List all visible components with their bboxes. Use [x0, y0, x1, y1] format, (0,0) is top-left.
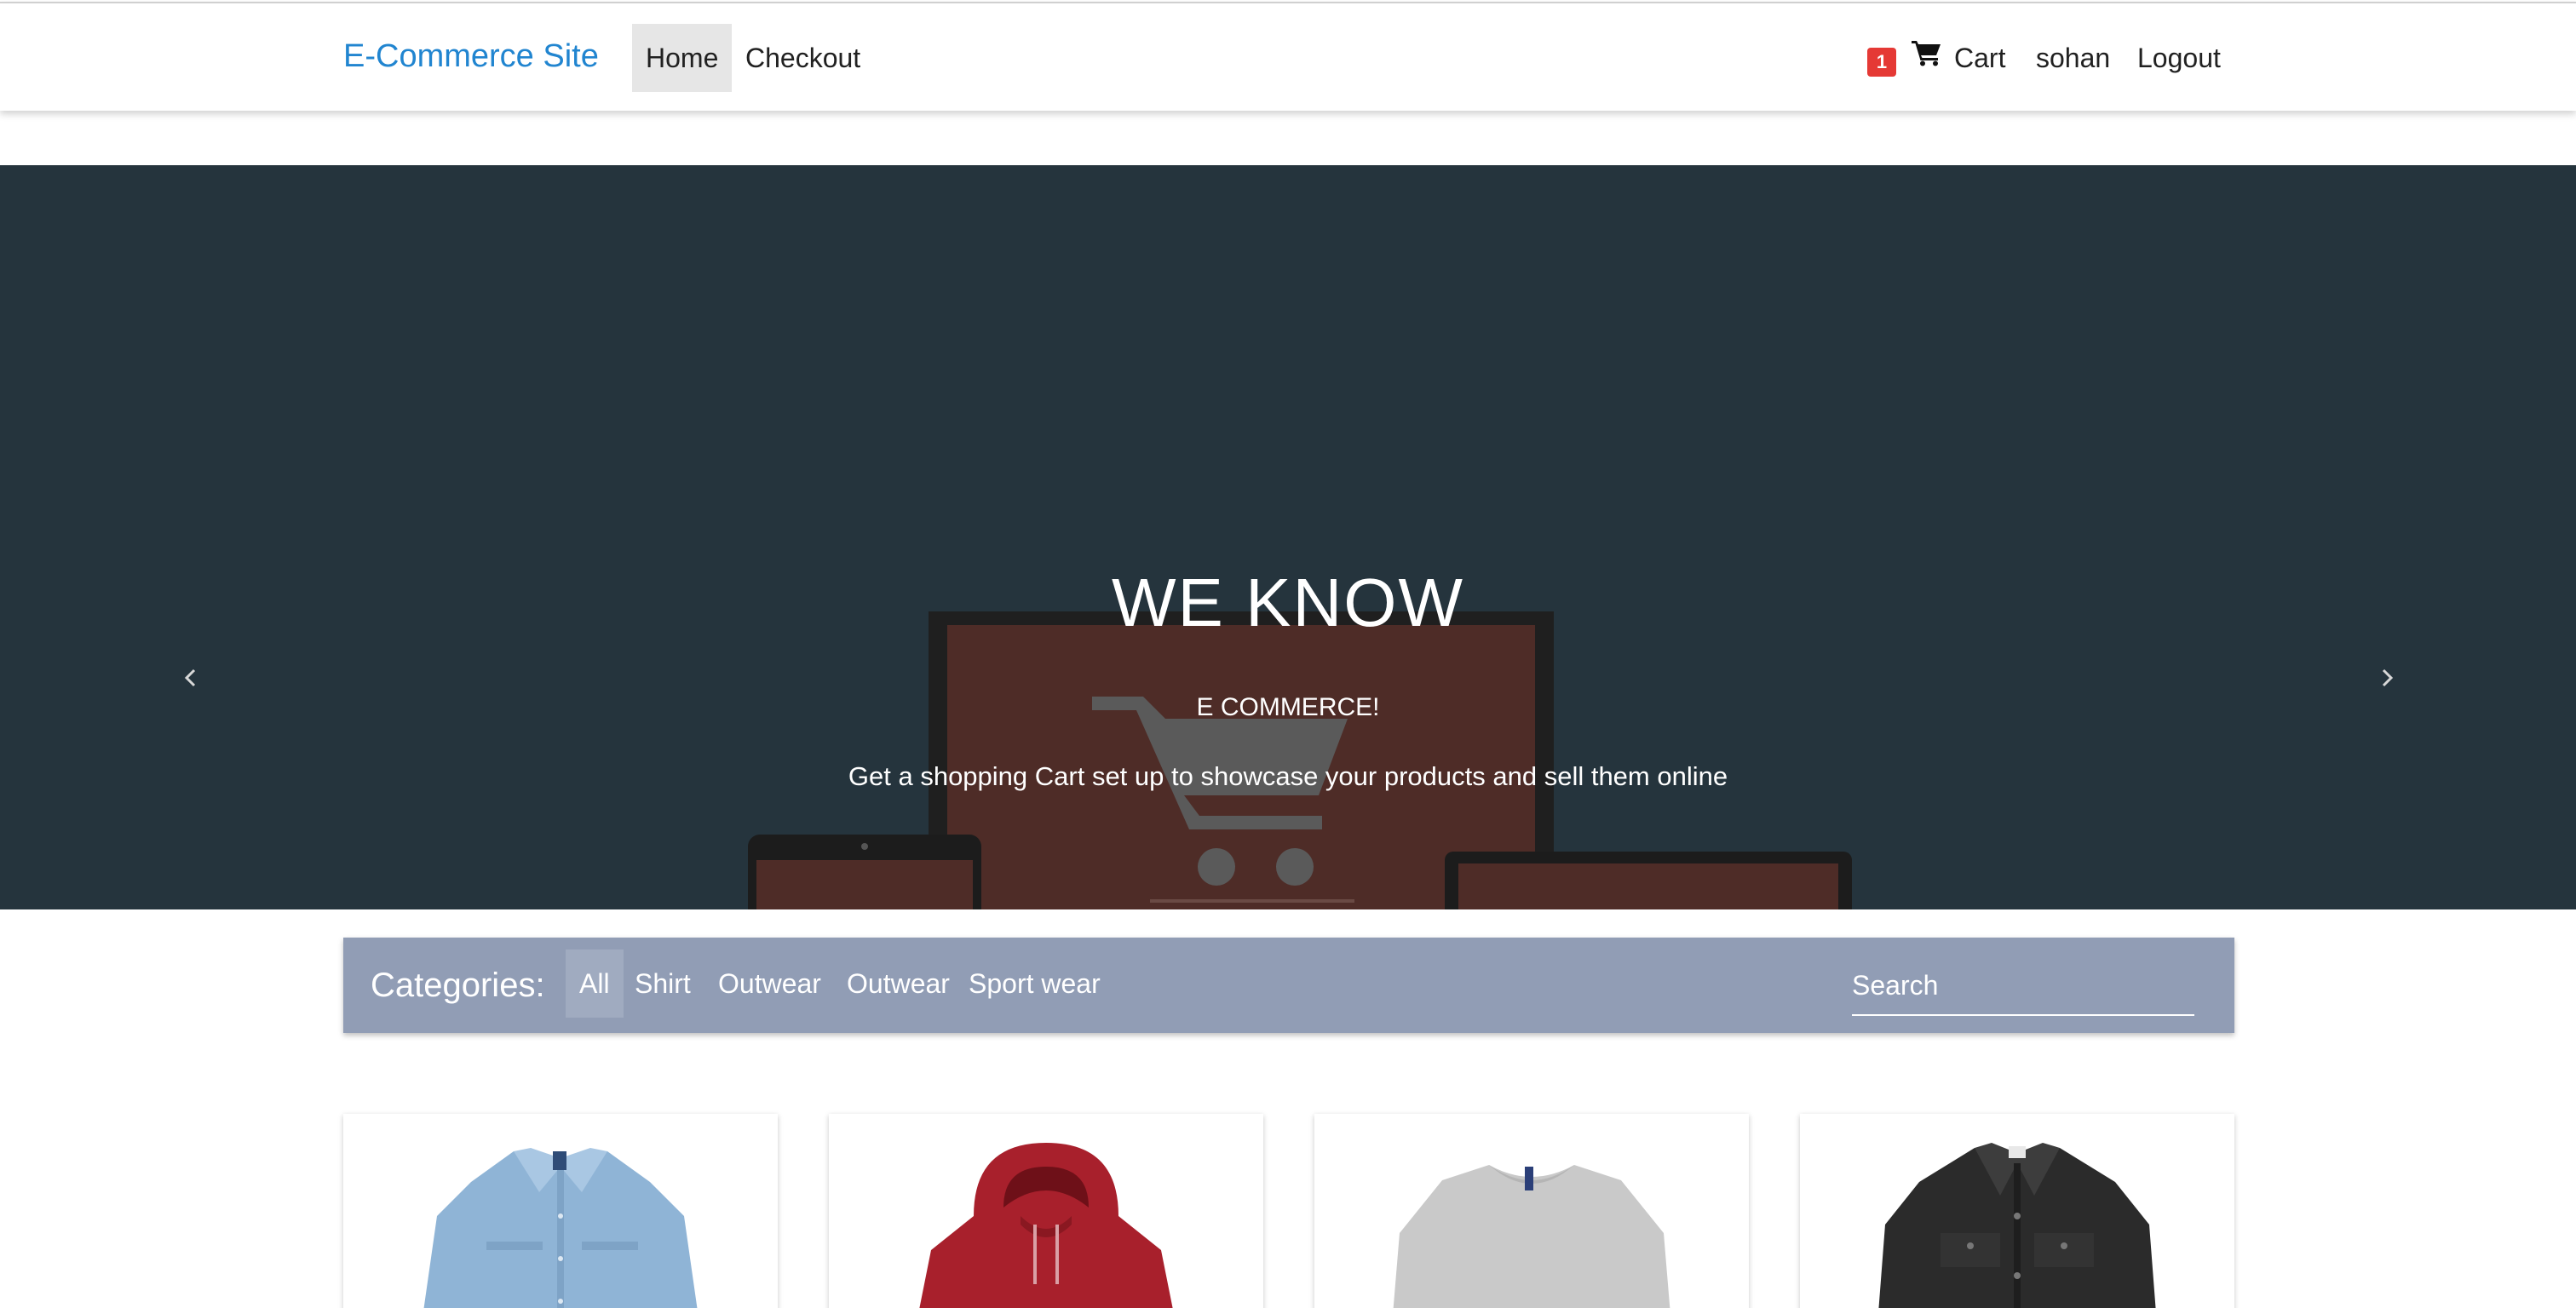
black-denim-jacket-image	[1878, 1143, 2156, 1308]
search-input[interactable]	[1852, 956, 2194, 1016]
shopping-cart-icon	[1912, 23, 1942, 91]
nav-user-link[interactable]: sohan	[2022, 24, 2124, 92]
category-outwear[interactable]: Outwear	[704, 949, 835, 1018]
carousel-next-button[interactable]	[2370, 661, 2404, 695]
denim-shirt-image	[423, 1148, 698, 1308]
chevron-right-icon	[2382, 668, 2394, 687]
category-sport-wear[interactable]: Sport wear	[955, 949, 1114, 1018]
ecommerce-devices-illustration	[748, 611, 1852, 909]
chevron-left-icon	[184, 668, 196, 687]
nav-logout-link[interactable]: Logout	[2124, 24, 2234, 92]
nav-cart-label: Cart	[1954, 43, 2006, 73]
category-all[interactable]: All	[566, 949, 624, 1018]
brand-logo-link[interactable]: E-Commerce Site	[343, 36, 599, 77]
hero-title: WE KNOW	[1112, 565, 1464, 640]
category-shirt[interactable]: Shirt	[621, 949, 704, 1018]
product-card[interactable]	[829, 1114, 1263, 1308]
categories-bar: Categories: All Shirt Outwear Outwear Sp…	[343, 938, 2234, 1033]
nav-checkout-link[interactable]: Checkout	[732, 24, 874, 92]
carousel-prev-button[interactable]	[174, 661, 208, 695]
product-card[interactable]	[343, 1114, 778, 1308]
hero-description: Get a shopping Cart set up to showcase y…	[848, 761, 1728, 791]
nav-home-link[interactable]: Home	[632, 24, 733, 92]
hero-carousel: WE KNOW E COMMERCE! Get a shopping Cart …	[0, 165, 2576, 909]
category-outwear-2[interactable]: Outwear	[833, 949, 963, 1018]
product-card[interactable]	[1800, 1114, 2234, 1308]
cart-count-badge: 1	[1867, 48, 1896, 77]
categories-label: Categories:	[371, 967, 545, 1004]
top-navbar: E-Commerce Site Home Checkout 1 Cart soh…	[0, 2, 2576, 111]
nav-cart-link[interactable]: Cart	[1900, 24, 2019, 92]
red-hoodie-image	[919, 1143, 1173, 1308]
hero-subtitle: E COMMERCE!	[1196, 693, 1380, 721]
product-card[interactable]	[1314, 1114, 1749, 1308]
grey-sweater-image	[1393, 1165, 1670, 1308]
